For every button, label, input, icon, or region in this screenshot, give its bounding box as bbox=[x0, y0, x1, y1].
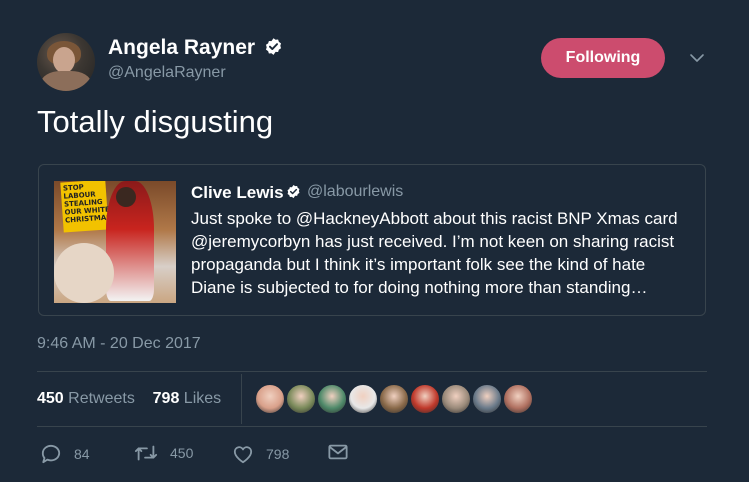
quoted-display-name[interactable]: Clive Lewis bbox=[191, 183, 284, 203]
stats-separator bbox=[241, 374, 242, 424]
liker-avatar[interactable] bbox=[317, 384, 347, 414]
reply-action[interactable]: 84 bbox=[40, 444, 90, 464]
retweets-count: 450 bbox=[37, 390, 64, 407]
author-handle[interactable]: @AngelaRayner bbox=[108, 64, 226, 82]
like-count: 798 bbox=[266, 446, 290, 462]
liker-avatar[interactable] bbox=[286, 384, 316, 414]
heart-icon bbox=[233, 446, 253, 464]
likes-label: Likes bbox=[183, 390, 222, 407]
verified-badge-icon bbox=[265, 38, 282, 55]
santa-head bbox=[116, 187, 136, 207]
quoted-handle[interactable]: @labourlewis bbox=[307, 183, 403, 201]
xmas-card-text: STOP LABOUR STEALING OUR WHITE CHRISTMAS bbox=[62, 183, 112, 225]
liker-avatar[interactable] bbox=[255, 384, 285, 414]
reply-count: 84 bbox=[74, 446, 90, 462]
retweet-count: 450 bbox=[170, 445, 194, 461]
avatar-face bbox=[53, 47, 75, 73]
envelope-icon bbox=[328, 444, 348, 460]
following-button[interactable]: Following bbox=[541, 38, 665, 78]
like-action[interactable]: 798 bbox=[232, 444, 289, 464]
retweets-stat[interactable]: 450 Retweets bbox=[37, 390, 135, 407]
engagement-stats: 450 Retweets 798 Likes bbox=[37, 390, 221, 408]
liker-avatar[interactable] bbox=[410, 384, 440, 414]
author-avatar[interactable] bbox=[37, 33, 95, 91]
child-figure bbox=[54, 243, 114, 303]
quoted-tweet-image[interactable]: STOP LABOUR STEALING OUR WHITE CHRISTMAS bbox=[54, 181, 176, 303]
tweet-timestamp[interactable]: 9:46 AM - 20 Dec 2017 bbox=[37, 335, 201, 353]
retweet-icon bbox=[134, 445, 158, 461]
liker-avatar[interactable] bbox=[441, 384, 471, 414]
direct-message-action[interactable] bbox=[328, 444, 360, 460]
liker-avatar[interactable] bbox=[348, 384, 378, 414]
liker-avatar[interactable] bbox=[503, 384, 533, 414]
liker-avatar[interactable] bbox=[379, 384, 409, 414]
likes-count: 798 bbox=[152, 390, 180, 407]
quoted-tweet-text: Just spoke to @HackneyAbbott about this … bbox=[191, 209, 678, 297]
avatar-body bbox=[41, 71, 91, 91]
divider-bottom bbox=[37, 426, 707, 427]
reply-icon bbox=[41, 445, 61, 464]
liker-avatar[interactable] bbox=[472, 384, 502, 414]
likes-stat[interactable]: 798 Likes bbox=[153, 390, 222, 407]
divider-top bbox=[37, 371, 707, 372]
retweets-label: Retweets bbox=[68, 390, 135, 407]
tweet-text: Totally disgusting bbox=[37, 104, 274, 139]
chevron-down-icon[interactable] bbox=[689, 52, 705, 64]
author-display-name[interactable]: Angela Rayner bbox=[108, 36, 255, 60]
quoted-verified-badge-icon bbox=[287, 184, 300, 199]
retweet-action[interactable]: 450 bbox=[134, 444, 193, 462]
